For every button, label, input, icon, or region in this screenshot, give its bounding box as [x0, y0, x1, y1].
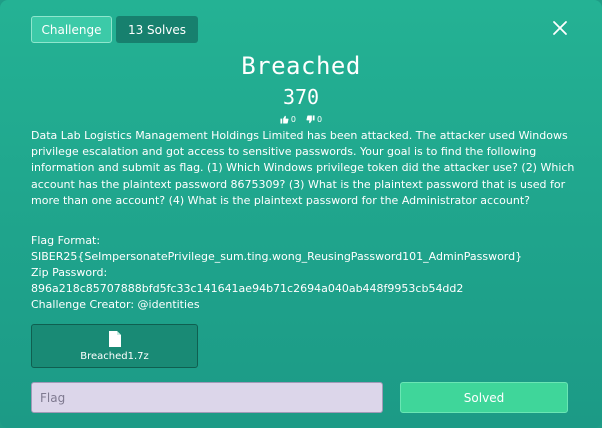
challenge-title: Breached: [241, 52, 361, 80]
thumbs-down-icon: [306, 115, 315, 124]
challenge-points: 370: [282, 85, 320, 109]
file-icon: [108, 331, 121, 347]
downvote-button[interactable]: 0: [306, 115, 322, 124]
upvote-count: 0: [290, 115, 296, 124]
vote-bar: 0 0: [0, 115, 602, 124]
downvote-count: 0: [317, 115, 323, 124]
close-icon: [553, 21, 567, 35]
tab-challenge[interactable]: Challenge: [31, 16, 112, 43]
thumbs-up-icon: [280, 115, 289, 124]
challenge-description: Data Lab Logistics Management Holdings L…: [31, 128, 576, 209]
tab-solves[interactable]: 13 Solves: [116, 16, 198, 43]
close-button[interactable]: [550, 18, 570, 38]
flag-format-label: Flag Format:: [31, 234, 101, 247]
zip-password-value: 896a218c85707888bfd5fc33c141641ae94b71c2…: [31, 282, 464, 295]
description-text: Data Lab Logistics Management Holdings L…: [31, 129, 575, 207]
submit-button[interactable]: Solved: [400, 382, 568, 413]
upvote-button[interactable]: 0: [280, 115, 296, 124]
file-name: Breached1.7z: [80, 351, 149, 362]
flag-format-value: SIBER25{SeImpersonatePrivilege_sum.ting.…: [31, 250, 523, 263]
zip-password-label: Zip Password:: [31, 266, 108, 279]
modal-tabs: Challenge 13 Solves: [31, 16, 198, 43]
challenge-modal: Challenge 13 Solves Breached 370 0 0 Dat…: [0, 0, 602, 428]
flag-input[interactable]: [31, 382, 383, 413]
challenge-creator: Challenge Creator: @identities: [31, 298, 200, 311]
challenge-meta: Flag Format: SIBER25{SeImpersonatePrivil…: [31, 233, 576, 313]
download-file-button[interactable]: Breached1.7z: [31, 324, 198, 368]
